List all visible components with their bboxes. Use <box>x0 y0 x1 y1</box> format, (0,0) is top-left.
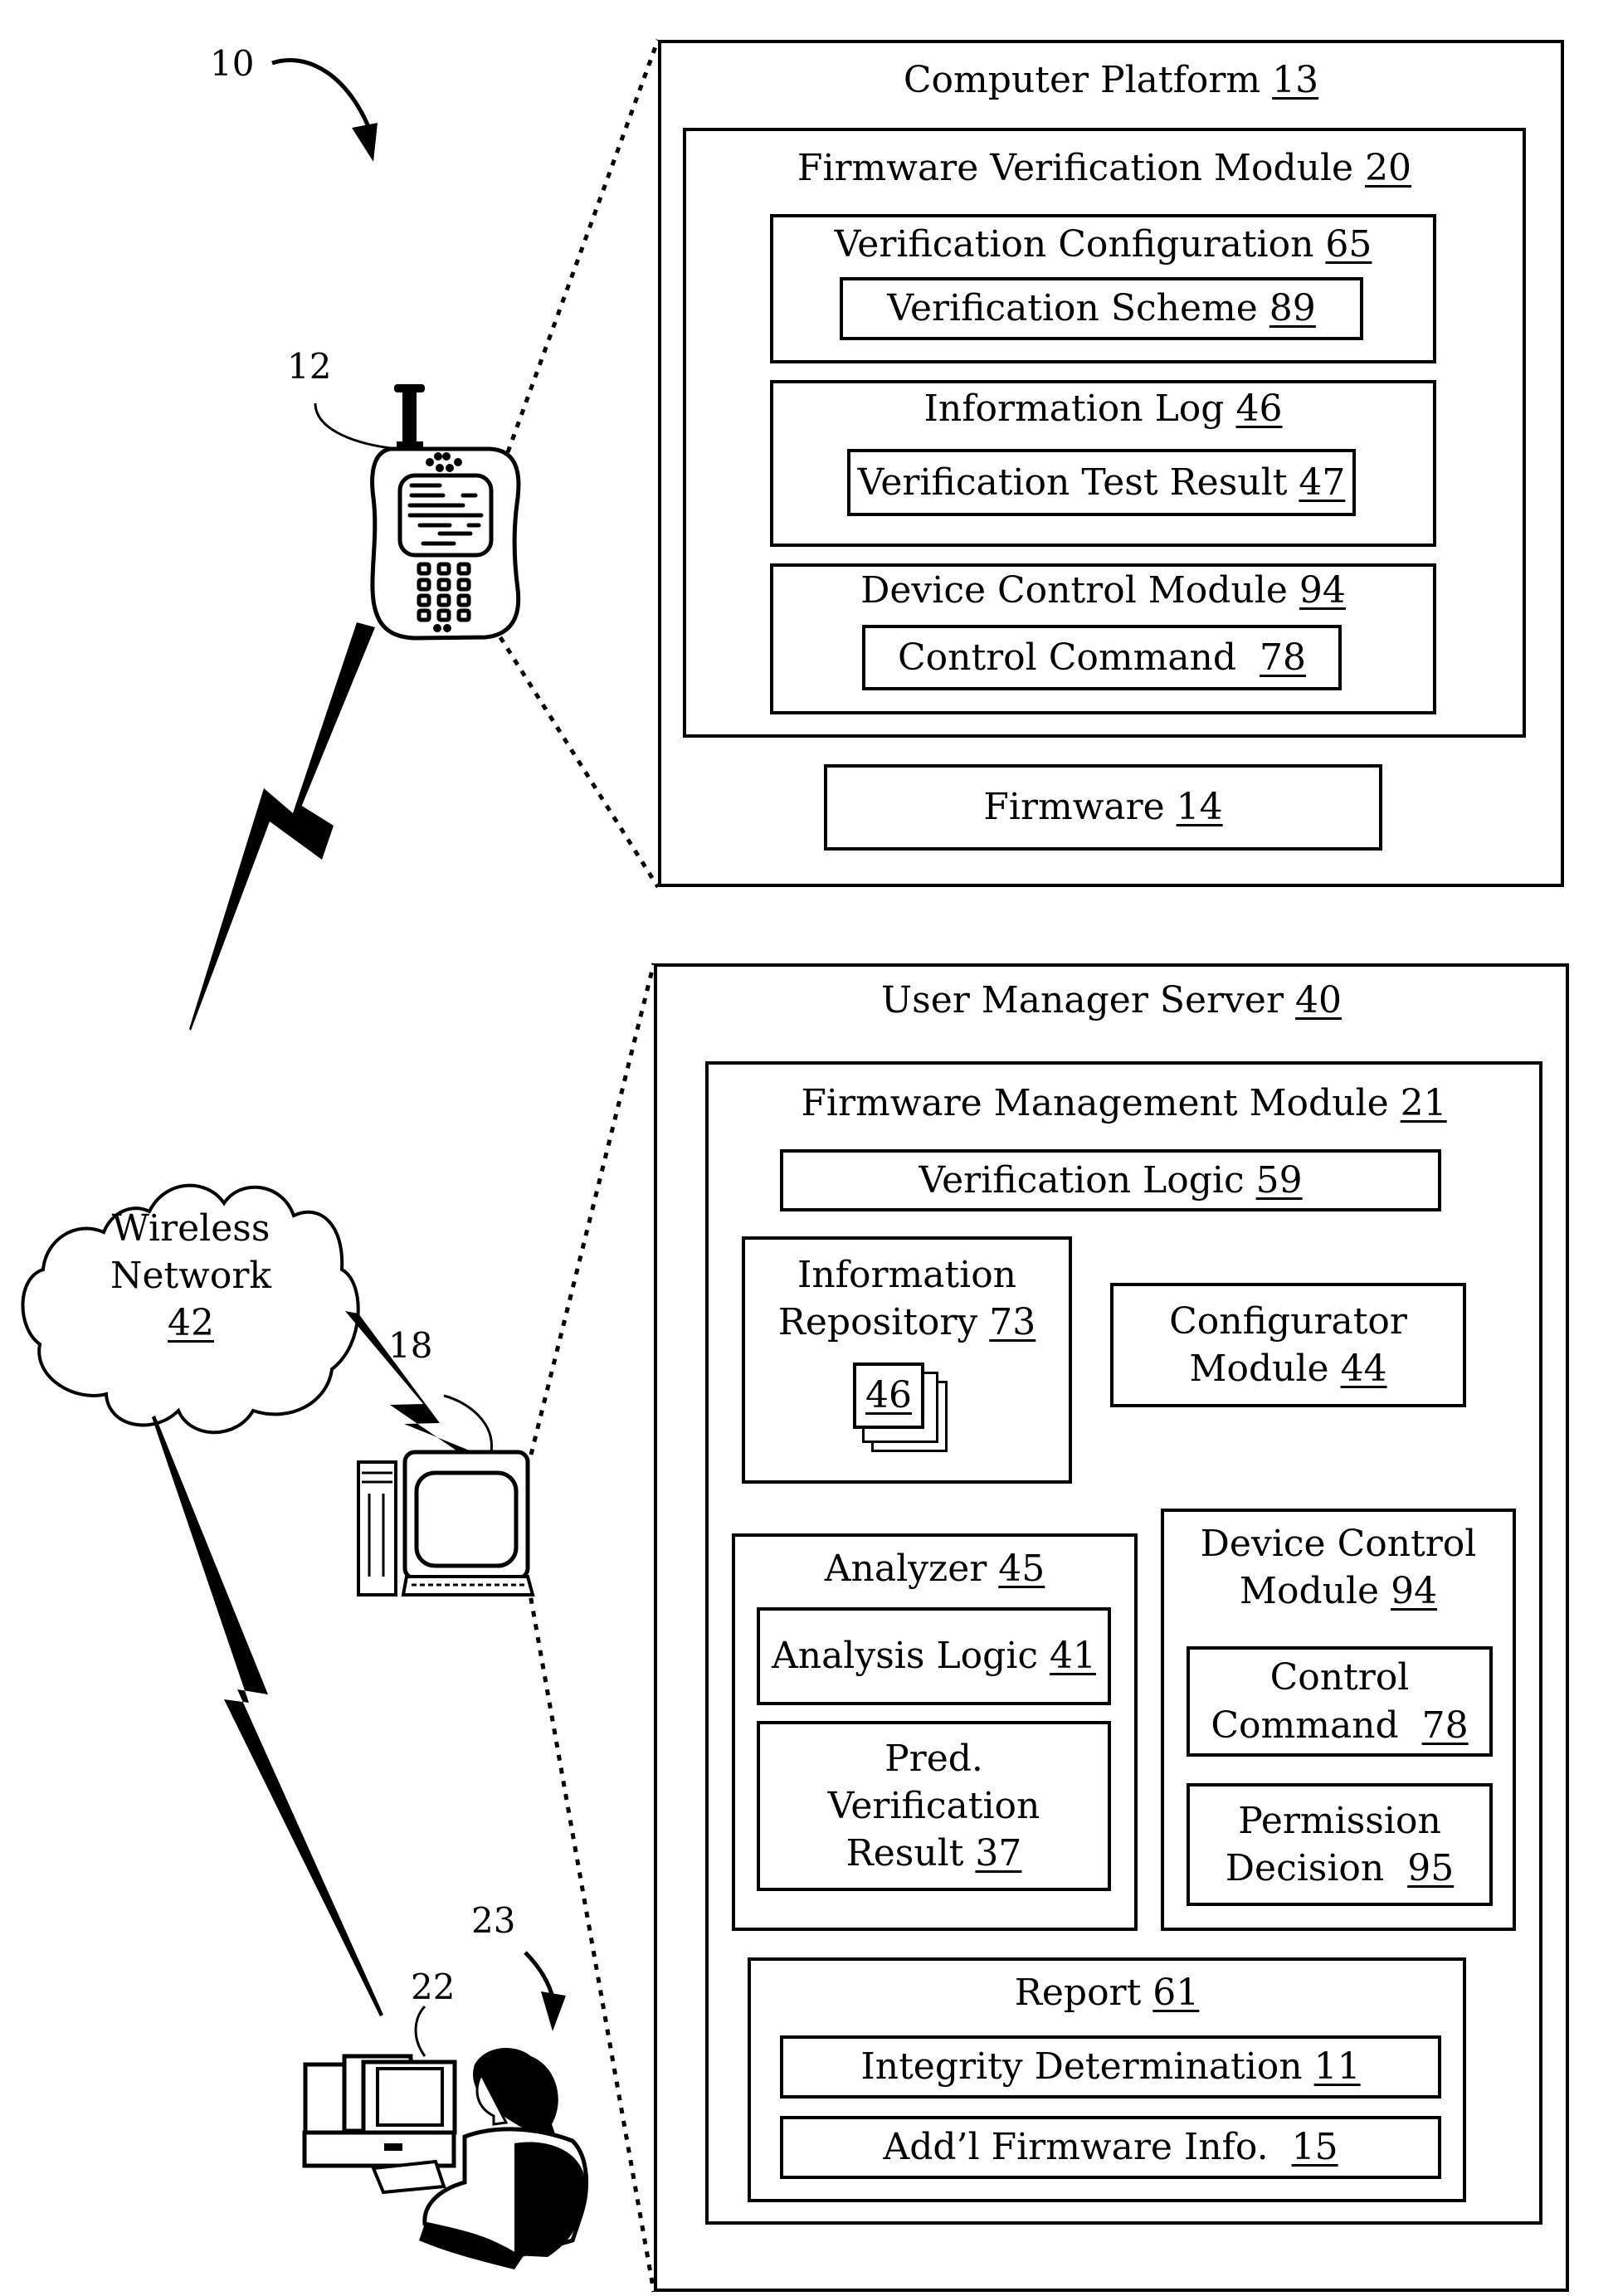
permission-decision-line2: Decision 95 <box>1225 1847 1455 1889</box>
user-manager-server-icon[interactable] <box>357 1450 535 1596</box>
integrity-determination-box[interactable]: Integrity Determination 11 <box>780 2035 1441 2099</box>
figure-ref-arrow <box>271 58 373 134</box>
permission-decision-box[interactable]: Permission Decision 95 <box>1187 1783 1493 1906</box>
verification-scheme-label: Verification Scheme 89 <box>887 287 1316 330</box>
device-ref-leader <box>314 402 391 450</box>
server-control-command-box[interactable]: Control Command 78 <box>1187 1646 1493 1757</box>
integrity-determination-label: Integrity Determination 11 <box>860 2045 1361 2089</box>
figure-ref-label: 10 <box>210 43 255 84</box>
configurator-module-line2: Module 44 <box>1189 1348 1387 1390</box>
operator-station-ref-label: 22 <box>411 1967 456 2007</box>
information-repository-box[interactable]: Information Repository 73 46 <box>742 1236 1072 1484</box>
pred-verification-result-line1: Pred. <box>884 1737 983 1780</box>
analysis-logic-box[interactable]: Analysis Logic 41 <box>757 1607 1111 1705</box>
control-command-label: Control Command 78 <box>897 636 1307 679</box>
verification-test-result-box[interactable]: Verification Test Result 47 <box>847 449 1356 516</box>
control-command-box[interactable]: Control Command 78 <box>862 625 1342 690</box>
report-title: Report 61 <box>1014 1972 1200 2014</box>
operator-ref-label: 23 <box>471 1900 516 1941</box>
verification-scheme-box[interactable]: Verification Scheme 89 <box>840 277 1363 340</box>
verification-logic-label: Verification Logic 59 <box>919 1158 1303 1202</box>
station-ref-leader <box>414 2005 426 2057</box>
configurator-module-line1: Configurator <box>1169 1299 1407 1343</box>
permission-decision-line1: Permission <box>1238 1799 1441 1842</box>
wireless-network-label: Wireless Network 42 <box>33 1205 348 1348</box>
firmware-verification-module-title: Firmware Verification Module 20 <box>797 147 1412 189</box>
server-ref-label: 18 <box>388 1325 433 1366</box>
wireless-device-ref-label: 12 <box>287 346 332 387</box>
pred-verification-result-box[interactable]: Pred. Verification Result 37 <box>757 1721 1111 1891</box>
zoom-line-server-top <box>529 963 656 1455</box>
figure-ref-arrowhead <box>352 123 378 162</box>
pred-verification-result-line2: Verification <box>827 1784 1040 1827</box>
computer-platform-title: Computer Platform 13 <box>903 59 1319 101</box>
pred-verification-result-line3: Result 37 <box>845 1832 1022 1875</box>
operator-ref-arrowhead <box>541 1991 566 2031</box>
zoom-line-top <box>505 39 660 453</box>
operator-station-icon[interactable] <box>302 2054 457 2195</box>
information-log-stack-ref: 46 <box>865 1374 912 1417</box>
server-device-control-module-title: Device Control Module 94 <box>1200 1523 1477 1613</box>
verification-logic-box[interactable]: Verification Logic 59 <box>780 1149 1441 1211</box>
information-repository-title: Information Repository 73 <box>777 1254 1036 1344</box>
operator-ref-arrow <box>524 1951 556 2001</box>
wireless-network-line2: Network <box>110 1255 272 1298</box>
information-log-stack[interactable]: 46 <box>853 1362 953 1454</box>
verification-configuration-title: Verification Configuration 65 <box>834 223 1372 266</box>
wireless-network-line1: Wireless <box>111 1207 270 1250</box>
server-control-command-line2: Command 78 <box>1211 1704 1469 1747</box>
configurator-module-box[interactable]: Configurator Module 44 <box>1110 1283 1466 1407</box>
analyzer-title: Analyzer 45 <box>824 1548 1045 1590</box>
firmware-label: Firmware 14 <box>983 786 1223 829</box>
information-log-title: Information Log 46 <box>923 388 1283 430</box>
addl-firmware-info-label: Add’l Firmware Info. 15 <box>883 2126 1338 2169</box>
device-control-module-title: Device Control Module 94 <box>860 569 1346 612</box>
verification-test-result-label: Verification Test Result 47 <box>857 461 1346 504</box>
firmware-box[interactable]: Firmware 14 <box>824 764 1382 851</box>
wireless-link-bolt-upper[interactable] <box>189 622 375 1031</box>
addl-firmware-info-box[interactable]: Add’l Firmware Info. 15 <box>780 2116 1441 2179</box>
analysis-logic-label: Analysis Logic 41 <box>771 1635 1097 1678</box>
wireless-link-bolt-lower[interactable] <box>152 1416 383 2016</box>
zoom-line-bottom <box>498 636 660 889</box>
server-control-command-line1: Control <box>1269 1656 1410 1699</box>
user-manager-server-title: User Manager Server 40 <box>881 979 1342 1021</box>
wireless-device-icon[interactable] <box>370 384 521 641</box>
firmware-management-module-title: Firmware Management Module 21 <box>801 1082 1447 1124</box>
wireless-network-ref: 42 <box>168 1302 214 1345</box>
